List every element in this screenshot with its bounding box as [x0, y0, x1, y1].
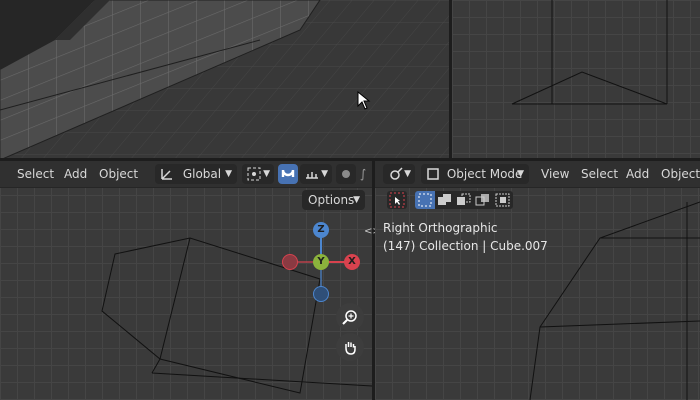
mouse-cursor-icon — [357, 91, 371, 110]
viewport-top-left[interactable] — [0, 0, 449, 158]
viewport-top-right[interactable] — [452, 0, 700, 158]
viewport-bottom-left[interactable]: Select Add Object Global ▼ ▼ ▼ ∫ Options… — [0, 161, 372, 400]
gizmo-axis-y[interactable]: Y — [313, 254, 329, 270]
pan-button[interactable] — [336, 333, 364, 361]
viewport-bottom-right[interactable]: ▼ Object Mode ▼ View Select Add Object R… — [375, 161, 700, 400]
wireframe-lines — [529, 201, 700, 400]
gizmo-axis-x[interactable]: X — [344, 254, 360, 270]
zoom-icon — [342, 310, 357, 325]
pan-hand-icon — [345, 342, 356, 355]
gizmo-axis-neg-z[interactable] — [313, 286, 329, 302]
zoom-button[interactable] — [336, 303, 364, 331]
wireframe-lines — [511, 0, 668, 105]
gizmo-axis-neg-x[interactable] — [282, 254, 298, 270]
gizmo-axis-z[interactable]: Z — [313, 222, 329, 238]
gizmo-axis-lines — [290, 231, 352, 293]
perspective-scene — [0, 0, 449, 158]
